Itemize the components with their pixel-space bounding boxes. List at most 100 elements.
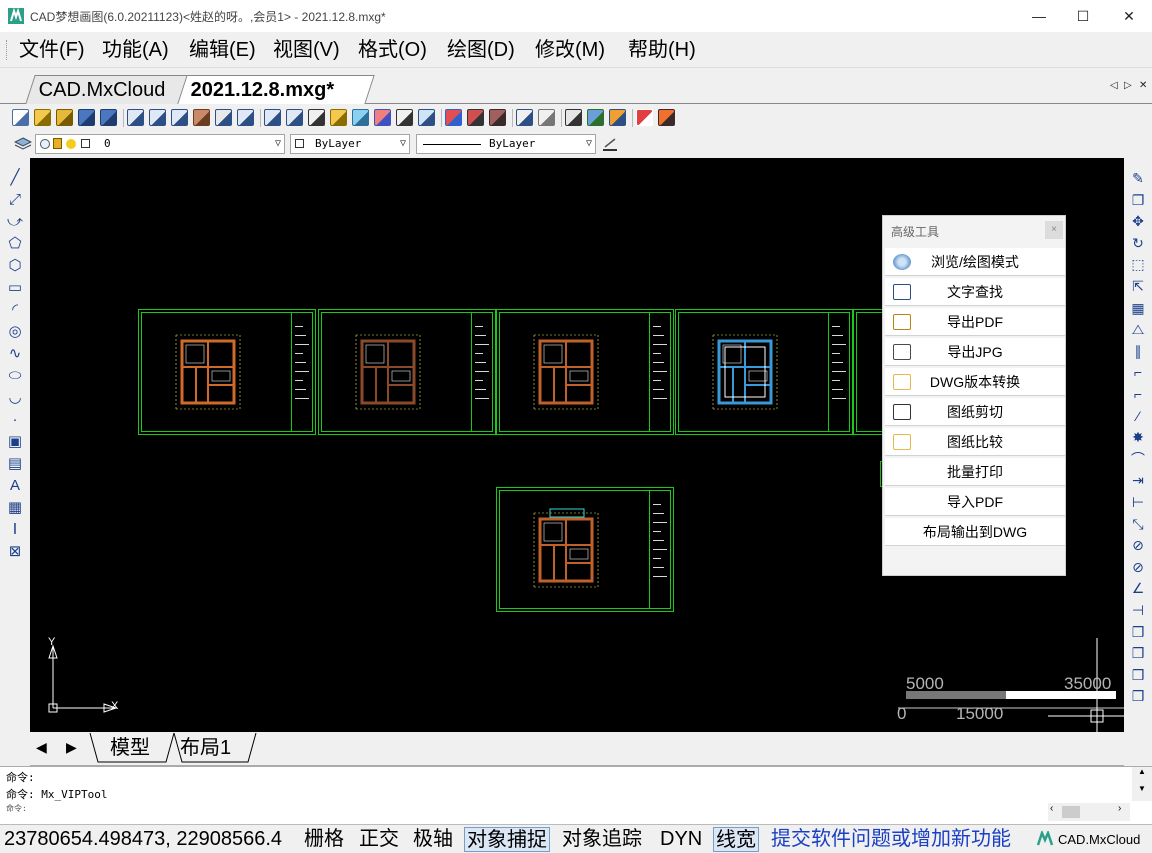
- layout-export-dwg-button[interactable]: 布局输出到DWG: [885, 518, 1065, 546]
- lineweight-icon[interactable]: [601, 136, 619, 152]
- dimension-aligned-icon[interactable]: ⤡: [1130, 516, 1146, 532]
- menu-modify[interactable]: 修改(M): [530, 37, 610, 63]
- construction-line-icon[interactable]: ⤢: [7, 192, 23, 208]
- status-dyn-toggle[interactable]: DYN: [660, 827, 702, 852]
- maximize-button[interactable]: ☐: [1060, 0, 1106, 32]
- drawing-sheet-frame[interactable]: [318, 309, 496, 435]
- color-select[interactable]: ByLayer ▽: [290, 134, 410, 154]
- render-icon[interactable]: [609, 109, 626, 126]
- line-icon[interactable]: ╱: [7, 170, 23, 186]
- block-icon[interactable]: [489, 109, 506, 126]
- menu-draw[interactable]: 绘图(D): [442, 37, 520, 63]
- save-all-icon[interactable]: [100, 109, 117, 126]
- array-icon[interactable]: ▦: [1130, 300, 1146, 316]
- text-icon[interactable]: A: [7, 478, 23, 494]
- tab-active-drawing[interactable]: 2021.12.8.mxg*: [177, 75, 375, 104]
- polygon-icon[interactable]: ⬠: [7, 236, 23, 252]
- dimension-diameter-icon[interactable]: ⊘: [1130, 559, 1146, 575]
- batch-print-button[interactable]: 批量打印: [885, 458, 1065, 486]
- layout-next-icon[interactable]: ▶: [66, 739, 77, 756]
- layer-merge-icon[interactable]: ❒: [1130, 645, 1146, 661]
- drawing-clip-button[interactable]: 图纸剪切: [885, 398, 1065, 426]
- dwg-version-convert-button[interactable]: DWG版本转换: [885, 368, 1065, 396]
- minimize-button[interactable]: —: [1016, 0, 1062, 32]
- scale-icon[interactable]: ⬚: [1130, 256, 1146, 272]
- rectangle-icon[interactable]: ▭: [7, 280, 23, 296]
- ellipse-icon[interactable]: ⬭: [7, 368, 23, 384]
- pencil-icon[interactable]: [330, 109, 347, 126]
- angle-icon[interactable]: [215, 109, 232, 126]
- menu-function[interactable]: 功能(A): [97, 37, 174, 63]
- multiline-text-icon[interactable]: Ⅰ: [7, 522, 23, 538]
- status-otrack-toggle[interactable]: 对象追踪: [562, 827, 642, 852]
- status-osnap-toggle[interactable]: 对象捕捉: [464, 827, 550, 852]
- drawing-sheet-frame[interactable]: [138, 309, 316, 435]
- drawing-sheet-frame[interactable]: [496, 309, 674, 435]
- status-ortho-toggle[interactable]: 正交: [359, 827, 399, 852]
- status-lineweight-toggle[interactable]: 线宽: [713, 827, 759, 852]
- mirror-icon[interactable]: ⧍: [1130, 321, 1146, 337]
- scroll-up-icon[interactable]: ▲: [1132, 767, 1152, 776]
- scroll-left-icon[interactable]: ‹: [1050, 803, 1053, 814]
- redo-icon[interactable]: [538, 109, 555, 126]
- zoom-realtime-icon[interactable]: [127, 109, 144, 126]
- layer-off-icon[interactable]: ❒: [1130, 688, 1146, 704]
- layer-copy-icon[interactable]: ❒: [1130, 624, 1146, 640]
- spline-icon[interactable]: ∿: [7, 346, 23, 362]
- hatch-icon[interactable]: ▦: [7, 500, 23, 516]
- layer-match-icon[interactable]: ❒: [1130, 667, 1146, 683]
- drawing-sheet-frame[interactable]: [496, 487, 674, 612]
- fillet-icon[interactable]: ⌒: [1130, 451, 1146, 467]
- join-icon[interactable]: ⇥: [1130, 472, 1146, 488]
- linetype-select[interactable]: ByLayer ▽: [416, 134, 596, 154]
- image-icon[interactable]: [418, 109, 435, 126]
- erase-icon[interactable]: ✎: [1130, 170, 1146, 186]
- dimension-baseline-icon[interactable]: ⊣: [1130, 602, 1146, 618]
- dimension-radius-icon[interactable]: ⊘: [1130, 537, 1146, 553]
- tab-layout1[interactable]: 布局1: [180, 733, 231, 763]
- zoom-window-icon[interactable]: [149, 109, 166, 126]
- ellipse-arc-icon[interactable]: ◡: [7, 390, 23, 406]
- open-folder-icon[interactable]: [56, 109, 73, 126]
- pdf-icon[interactable]: [636, 109, 653, 126]
- table-icon[interactable]: ⊠: [7, 544, 23, 560]
- import-pdf-button[interactable]: 导入PDF: [885, 488, 1065, 516]
- tab-close-icon[interactable]: ✕: [1139, 80, 1147, 91]
- pan-icon[interactable]: [193, 109, 210, 126]
- move-cross-icon[interactable]: [308, 109, 325, 126]
- drawing-sheet-frame[interactable]: [675, 309, 853, 435]
- break-icon[interactable]: ⁄: [1130, 408, 1146, 424]
- color-grid-icon[interactable]: [445, 109, 462, 126]
- circle-icon[interactable]: ◎: [7, 324, 23, 340]
- rotate-icon[interactable]: ↻: [1130, 235, 1146, 251]
- new-file-icon[interactable]: [12, 109, 29, 126]
- drawing-compare-button[interactable]: 图纸比较: [885, 428, 1065, 456]
- polyline-icon[interactable]: ⤻: [7, 214, 23, 230]
- text-search-button[interactable]: 文字查找: [885, 278, 1065, 306]
- menu-file[interactable]: 文件(F): [14, 37, 90, 63]
- globe-icon[interactable]: [587, 109, 604, 126]
- command-vertical-scrollbar[interactable]: ▲ ▼: [1132, 767, 1152, 801]
- menu-help[interactable]: 帮助(H): [623, 37, 701, 63]
- layout-prev-icon[interactable]: ◀: [36, 739, 47, 756]
- close-button[interactable]: ✕: [1106, 0, 1152, 32]
- extend-icon[interactable]: ⌐: [1130, 386, 1146, 402]
- status-grid-toggle[interactable]: 栅格: [304, 827, 344, 852]
- layers-icon[interactable]: [14, 136, 32, 152]
- browse-draw-mode-button[interactable]: 浏览/绘图模式: [885, 248, 1065, 276]
- zoom-scale-icon[interactable]: [286, 109, 303, 126]
- export-pdf-button[interactable]: 导出PDF: [885, 308, 1065, 336]
- advanced-tools-close-button[interactable]: ×: [1045, 221, 1063, 239]
- menu-edit[interactable]: 编辑(E): [184, 37, 261, 63]
- offset-icon[interactable]: ∥: [1130, 343, 1146, 359]
- scroll-right-icon[interactable]: ›: [1118, 803, 1121, 814]
- insert-block-icon[interactable]: ▣: [7, 434, 23, 450]
- point-icon[interactable]: ·: [7, 412, 23, 428]
- dimension-linear-icon[interactable]: ⊢: [1130, 494, 1146, 510]
- feedback-link[interactable]: 提交软件问题或增加新功能: [771, 827, 1011, 852]
- dimension-angle-icon[interactable]: ∠: [1130, 580, 1146, 596]
- zoom-extents-icon[interactable]: [237, 109, 254, 126]
- tab-cad-mxcloud[interactable]: CAD.MxCloud: [25, 75, 195, 104]
- command-horizontal-scrollbar[interactable]: ‹ ›: [1048, 803, 1130, 821]
- scroll-thumb[interactable]: [1062, 806, 1080, 818]
